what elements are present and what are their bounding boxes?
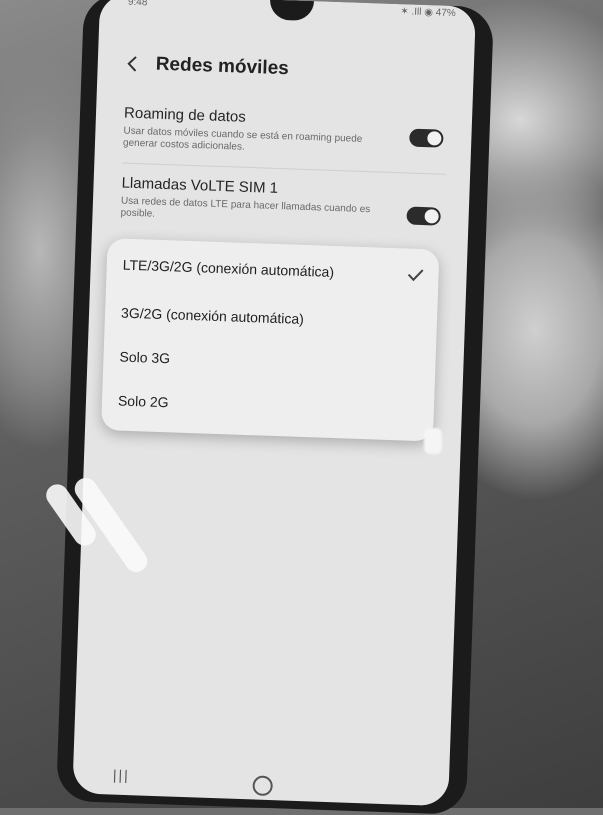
- network-option-solo-2g[interactable]: Solo 2G: [118, 389, 421, 424]
- toggle-knob: [424, 209, 439, 224]
- phone-screen: 9:48 ✶ .Ill ◉ 47% Redes móviles Roaming …: [72, 0, 476, 807]
- option-label: 3G/2G (conexión automática): [120, 304, 305, 327]
- toggle-knob: [427, 131, 442, 146]
- divider: [122, 162, 447, 175]
- recents-icon[interactable]: |||: [113, 767, 130, 784]
- screen-header: Redes móviles: [121, 52, 289, 80]
- chevron-left-icon[interactable]: [121, 52, 144, 75]
- network-option-3g2g[interactable]: 3G/2G (conexión automática): [121, 301, 424, 336]
- network-option-solo-3g[interactable]: Solo 3G: [119, 345, 422, 380]
- status-time: 9:48: [127, 0, 148, 9]
- status-indicators: ✶ .Ill ◉ 47%: [400, 6, 456, 20]
- network-option-lte[interactable]: LTE/3G/2G (conexión automática): [122, 253, 425, 288]
- option-label: Solo 2G: [117, 392, 169, 411]
- home-circle-icon[interactable]: [252, 775, 274, 797]
- roaming-toggle[interactable]: [409, 128, 444, 148]
- volte-setting-row[interactable]: Llamadas VoLTE SIM 1 Usa redes de datos …: [120, 175, 441, 231]
- roaming-description: Usar datos móviles cuando se está en roa…: [122, 125, 363, 153]
- navigation-bar: |||: [72, 753, 449, 806]
- network-mode-popup: LTE/3G/2G (conexión automática) 3G/2G (c…: [100, 238, 440, 442]
- phone-device: 9:48 ✶ .Ill ◉ 47% Redes móviles Roaming …: [56, 0, 494, 815]
- option-label: Solo 3G: [119, 348, 171, 367]
- roaming-setting-row[interactable]: Roaming de datos Usar datos móviles cuan…: [123, 105, 444, 161]
- volte-toggle[interactable]: [406, 206, 441, 226]
- check-icon: [406, 268, 424, 283]
- page-title: Redes móviles: [155, 53, 290, 80]
- volte-description: Usa redes de datos LTE para hacer llamad…: [120, 195, 371, 220]
- light-glare: [424, 428, 442, 454]
- option-label: LTE/3G/2G (conexión automática): [122, 256, 335, 280]
